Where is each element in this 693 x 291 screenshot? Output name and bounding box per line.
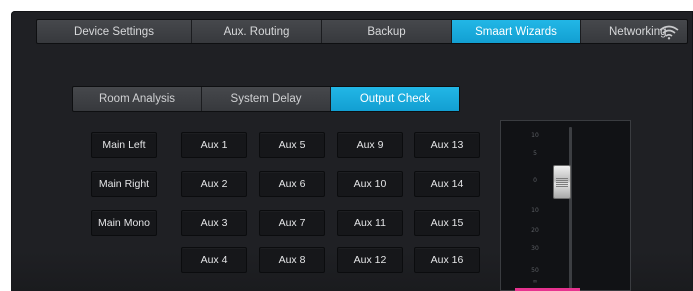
output-main-left-button[interactable]: Main Left [91,132,157,158]
output-aux-16-button[interactable]: Aux 16 [414,247,480,273]
output-aux-2-button[interactable]: Aux 2 [181,171,247,197]
tab-output-check[interactable]: Output Check [331,87,459,111]
level-fader[interactable]: 10 5 0 10 20 30 50 ∞ [500,120,631,291]
tab-networking[interactable]: Networking [581,20,687,43]
tab-device-settings[interactable]: Device Settings [37,20,192,43]
wizard-sub-tab-bar: Room Analysis System Delay Output Check [72,86,460,112]
fader-knob-icon[interactable] [553,165,571,199]
fader-scale-label: 10 [531,207,539,214]
output-aux-12-button[interactable]: Aux 12 [337,247,403,273]
fader-grip [556,178,568,187]
output-aux-13-button[interactable]: Aux 13 [414,132,480,158]
output-main-right-button[interactable]: Main Right [91,171,157,197]
fader-track [569,127,572,291]
top-tab-bar: Device Settings Aux. Routing Backup Smaa… [36,19,688,44]
output-aux-1-button[interactable]: Aux 1 [181,132,247,158]
fader-scale-label: 30 [531,245,539,252]
output-aux-3-button[interactable]: Aux 3 [181,210,247,236]
output-aux-10-button[interactable]: Aux 10 [337,171,403,197]
tab-aux-routing[interactable]: Aux. Routing [192,20,322,43]
tab-backup[interactable]: Backup [322,20,452,43]
output-aux-6-button[interactable]: Aux 6 [259,171,325,197]
output-aux-11-button[interactable]: Aux 11 [337,210,403,236]
output-main-mono-button[interactable]: Main Mono [91,210,157,236]
tab-smaart-wizards[interactable]: Smaart Wizards [452,20,581,43]
tab-networking-label: Networking [609,25,667,38]
fader-scale-label: ∞ [532,278,538,285]
output-aux-7-button[interactable]: Aux 7 [259,210,325,236]
output-aux-15-button[interactable]: Aux 15 [414,210,480,236]
tab-room-analysis[interactable]: Room Analysis [73,87,202,111]
fader-scale-label: 0 [533,177,537,184]
output-aux-4-button[interactable]: Aux 4 [181,247,247,273]
output-aux-5-button[interactable]: Aux 5 [259,132,325,158]
fader-scale-label: 20 [531,227,539,234]
wifi-icon [659,25,679,40]
output-aux-8-button[interactable]: Aux 8 [259,247,325,273]
fader-scale-label: 50 [531,267,539,274]
output-aux-9-button[interactable]: Aux 9 [337,132,403,158]
output-aux-14-button[interactable]: Aux 14 [414,171,480,197]
fader-scale: 10 5 0 10 20 30 50 ∞ [501,121,541,291]
fader-scale-label: 10 [531,132,539,139]
fader-scale-label: 5 [533,150,537,157]
tab-system-delay[interactable]: System Delay [202,87,331,111]
